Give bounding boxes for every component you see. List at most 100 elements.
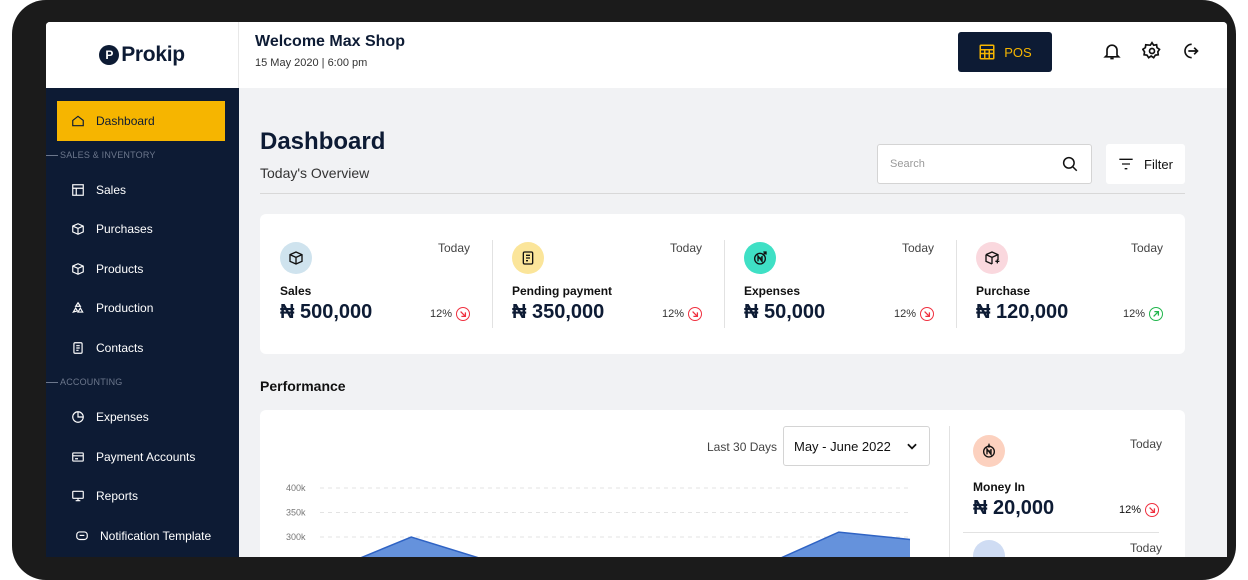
sidebar-item-label: Purchases xyxy=(96,222,153,236)
divider xyxy=(963,532,1159,533)
stat-change: 12% xyxy=(1123,307,1163,321)
stat-change: 12% xyxy=(894,307,934,321)
performance-card: Last 30 Days May - June 2022 400k 350k 300… xyxy=(260,410,1185,557)
trend-down-icon xyxy=(456,307,470,321)
bell-icon[interactable] xyxy=(1102,41,1122,61)
stat-label: Purchase xyxy=(976,284,1031,298)
monitor-icon xyxy=(72,490,84,502)
divider xyxy=(260,193,1185,194)
change-value: 12% xyxy=(429,308,452,320)
performance-chart: 400k350k300k250k xyxy=(286,483,911,557)
sidebar-item-reports[interactable]: Reports xyxy=(57,476,225,516)
sidebar-item-notification-template[interactable]: Notification Template xyxy=(57,516,225,556)
sidebar-item-products[interactable]: Products xyxy=(57,249,225,289)
sidebar-item-label: Production xyxy=(96,301,154,315)
recycle-icon xyxy=(72,301,84,314)
sidebar-item-label: Products xyxy=(96,262,144,276)
stat-expenses[interactable]: Today Expenses ₦ 50,000 12% xyxy=(724,214,956,354)
home-icon xyxy=(72,115,84,127)
change-value: 12% xyxy=(1122,308,1145,320)
contacts-icon xyxy=(73,342,83,354)
filter-button[interactable]: Filter xyxy=(1106,144,1185,184)
store-icon xyxy=(72,184,84,196)
welcome-date: 15 May 2020 | 6:00 pm xyxy=(255,57,368,69)
sidebar-item-label: Contacts xyxy=(96,341,144,355)
stat-value: ₦ 500,000 xyxy=(280,301,373,323)
money-out-icon xyxy=(973,540,1005,557)
cube-icon xyxy=(72,263,84,275)
naira-in-icon xyxy=(973,435,1005,467)
box-icon xyxy=(72,223,84,235)
filter-label: Filter xyxy=(1144,156,1173,172)
logout-icon[interactable] xyxy=(1180,41,1200,61)
logo-text: Prokip xyxy=(121,43,185,66)
section-accounting: ACCOUNTING xyxy=(46,377,239,387)
filter-icon xyxy=(1119,158,1133,170)
naira-out-icon xyxy=(744,242,776,274)
trend-down-icon xyxy=(920,307,934,321)
sidebar-item-expenses[interactable]: Expenses xyxy=(57,397,225,437)
y-tick-label: 400k xyxy=(286,483,306,493)
change-value: 12% xyxy=(661,308,684,320)
money-in-value: ₦ 20,000 xyxy=(973,497,1055,519)
stat-sales[interactable]: Today Sales ₦ 500,000 12% xyxy=(260,214,492,354)
range-value: May - June 2022 xyxy=(794,438,891,454)
section-sales-inventory: SALES & INVENTORY xyxy=(46,150,239,160)
sidebar-item-sales[interactable]: Sales xyxy=(57,170,225,210)
logo-area: P Prokip xyxy=(46,22,239,88)
date-range-select[interactable]: May - June 2022 xyxy=(783,426,930,466)
stats-card: Today Sales ₦ 500,000 12% Today Pending … xyxy=(260,214,1185,354)
stat-period: Today xyxy=(669,241,702,255)
money-in-change: 12% xyxy=(1119,503,1160,517)
sidebar-item-purchases[interactable]: Purchases xyxy=(57,209,225,249)
stat-purchase[interactable]: Today Purchase ₦ 120,000 12% xyxy=(956,214,1185,354)
money-in-period: Today xyxy=(1130,437,1163,451)
sidebar-item-production[interactable]: Production xyxy=(57,288,225,328)
search-box[interactable] xyxy=(877,144,1092,184)
sidebar-item-label: Expenses xyxy=(96,410,149,424)
change-value: 12% xyxy=(1119,504,1142,516)
welcome-title: Welcome Max Shop xyxy=(255,33,405,50)
sidebar-item-payment-accounts[interactable]: Payment Accounts xyxy=(57,437,225,477)
pos-button[interactable]: POS xyxy=(958,32,1052,72)
search-input[interactable] xyxy=(890,158,1061,170)
search-icon[interactable] xyxy=(1061,155,1079,173)
stat-change: 12% xyxy=(662,307,702,321)
range-label: Last 30 Days xyxy=(707,440,778,454)
logo-mark-icon: P xyxy=(99,45,120,65)
sidebar-item-contacts[interactable]: Contacts xyxy=(57,328,225,368)
performance-title: Performance xyxy=(260,378,346,394)
page-title: Dashboard xyxy=(260,128,386,155)
stat-label: Expenses xyxy=(744,284,801,298)
stat-value: ₦ 50,000 xyxy=(744,301,826,323)
trend-down-icon xyxy=(688,307,702,321)
sidebar-item-dashboard[interactable]: Dashboard xyxy=(57,101,225,141)
stat-label: Pending payment xyxy=(512,284,613,298)
box-add-icon xyxy=(976,242,1008,274)
pos-label: POS xyxy=(1004,44,1032,60)
sidebar-item-label: Sales xyxy=(96,183,127,197)
device-frame: P Prokip Welcome Max Shop 15 May 2020 | … xyxy=(12,0,1236,580)
stat-period: Today xyxy=(1130,241,1163,255)
pie-chart-icon xyxy=(72,411,84,423)
sidebar: Dashboard SALES & INVENTORY Sales Purcha… xyxy=(46,88,239,557)
app-logo[interactable]: P Prokip xyxy=(99,43,185,67)
stat-value: ₦ 120,000 xyxy=(976,301,1069,323)
y-tick-label: 300k xyxy=(286,532,306,542)
money-in-label: Money In xyxy=(973,480,1026,494)
top-header: P Prokip Welcome Max Shop 15 May 2020 | … xyxy=(46,22,1227,88)
stat-value: ₦ 350,000 xyxy=(512,301,605,323)
card-icon xyxy=(72,452,84,462)
sidebar-item-label: Notification Template xyxy=(100,529,212,543)
receipt-icon xyxy=(512,242,544,274)
chevron-down-icon xyxy=(907,443,917,450)
app-screen: P Prokip Welcome Max Shop 15 May 2020 | … xyxy=(46,22,1227,557)
stat-change: 12% xyxy=(430,307,470,321)
trend-up-icon xyxy=(1149,307,1163,321)
y-tick-label: 350k xyxy=(286,508,306,518)
stat-pending-payment[interactable]: Today Pending payment ₦ 350,000 12% xyxy=(492,214,724,354)
change-value: 12% xyxy=(893,308,916,320)
area-series xyxy=(362,532,910,557)
gear-icon[interactable] xyxy=(1142,41,1162,61)
message-icon xyxy=(76,531,88,541)
